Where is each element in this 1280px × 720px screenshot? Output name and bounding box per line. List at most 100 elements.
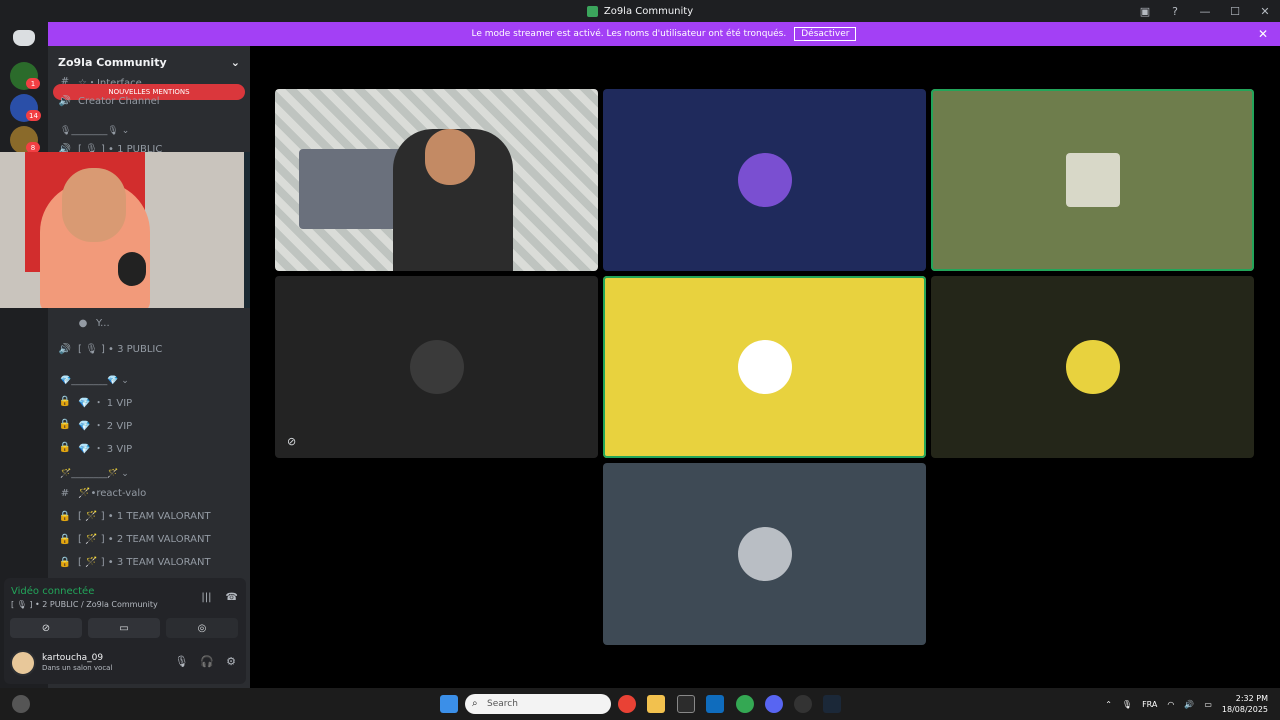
noise-suppression-icon[interactable]: ||| [201,592,211,603]
hash-icon: # [60,488,70,499]
chevron-down-icon: ⌄ [230,55,240,69]
close-banner-icon[interactable]: ✕ [1258,27,1268,41]
category-valorant[interactable]: 🪄________🪄 ⌄ [60,469,129,479]
video-tile-3[interactable] [931,89,1254,271]
camera-toggle-button[interactable]: ⊘ [10,618,82,638]
streamer-mode-banner: Le mode streamer est activé. Les noms d'… [48,22,1280,46]
user-status: Dans un salon vocal [42,664,113,672]
user-controls: 🎙 🎧 ⚙ [174,655,236,668]
channel-2-vip[interactable]: 🔒 💎 ・ 2 VIP [58,417,132,432]
maximize-button[interactable]: ☐ [1220,0,1250,22]
category-public[interactable]: 🎙________🎙 ⌄ [60,126,129,136]
channel-3-vip[interactable]: 🔒 💎 ・ 3 VIP [58,440,132,455]
channel-3-public[interactable]: 🔊[ 🎙 ] • 3 PUBLIC [58,344,163,355]
title-bar: Zo9la Community ▣ ? — ☐ ✕ [0,0,1280,22]
folder-icon[interactable] [647,695,665,713]
volume-icon[interactable]: 🔊 [1184,700,1194,709]
close-button[interactable]: ✕ [1250,0,1280,22]
voice-controls: ||| ☎ [201,592,238,603]
window-title-group: Zo9la Community [586,5,694,17]
channel-team-valorant-3[interactable]: 🔒[ 🪄 ] • 3 TEAM VALORANT [58,557,211,568]
video-tile-2[interactable] [603,89,926,271]
voice-member[interactable]: ● Y... [78,318,110,329]
channel-react-valo[interactable]: # 🪄•react-valo [60,488,146,499]
disable-streamer-button[interactable]: Désactiver [794,27,857,41]
channel-team-valorant-2[interactable]: 🔒[ 🪄 ] • 2 TEAM VALORANT [59,534,211,545]
avatar [737,527,792,581]
voice-user-panel: Vidéo connectée [ 🎙 ] • 2 PUBLIC / Zo9la… [4,578,246,684]
wifi-icon[interactable]: ◠ [1167,700,1174,709]
guild-name: Zo9la Community [58,55,167,69]
participant-face [425,129,475,185]
taskbar-search[interactable]: ⌕ Search [465,694,611,714]
speaker-icon: 🔊 [58,96,72,107]
chrome-profile-icon[interactable] [736,695,754,713]
avatar [1065,340,1120,394]
video-tile-7[interactable] [603,463,926,645]
channel-creator[interactable]: 🔊 Creator Channel [58,96,160,107]
help-icon[interactable]: ? [1160,0,1190,22]
language-indicator[interactable]: FRA [1142,700,1157,709]
window-controls: ▣ ? — ☐ ✕ [1130,0,1280,22]
inbox-icon[interactable]: ▣ [1130,0,1160,22]
minimize-button[interactable]: — [1190,0,1220,22]
discord-icon[interactable] [765,695,783,713]
avatar [409,340,464,394]
activities-button[interactable]: ◎ [166,618,238,638]
headphones-icon[interactable]: 🎧 [200,655,214,668]
video-tile-6[interactable] [931,276,1254,458]
widgets-icon[interactable] [12,695,30,713]
outlook-icon[interactable] [706,695,724,713]
chrome-icon[interactable] [618,695,636,713]
video-tile-4[interactable]: ⊘ [275,276,598,458]
taskbar: ⌕ Search ⌃ 🎙 FRA ◠ 🔊 ▭ 2:32 PM 18/08/202… [0,688,1280,720]
avatar [737,153,792,207]
screen-share-icon: ▭ [119,622,129,634]
username[interactable]: kartoucha_09 [42,653,103,663]
voice-channel-link[interactable]: [ 🎙 ] • 2 PUBLIC / Zo9la Community [11,600,158,609]
microphone-icon[interactable]: 🎙 [1122,700,1132,709]
camera-off-icon: ⊘ [287,435,297,448]
app-icon[interactable] [794,695,812,713]
store-icon[interactable] [677,695,695,713]
avatar [737,340,792,394]
gear-icon[interactable]: ⚙ [226,655,236,668]
channel-1-vip[interactable]: 🔒 💎 ・ 1 VIP [58,394,132,409]
channel-team-valorant-1[interactable]: 🔒[ 🪄 ] • 1 TEAM VALORANT [58,511,211,522]
category-vip[interactable]: 💎________💎 ⌄ [60,376,129,386]
discord-home-icon[interactable] [13,30,35,46]
gamepad-icon: ◎ [197,622,207,634]
battery-icon[interactable]: ▭ [1204,700,1212,709]
streamer-webcam-overlay [0,152,276,308]
lock-icon: 🔒 [58,557,72,568]
lock-icon: 🔒 [58,442,72,453]
video-tile-stream[interactable] [275,89,598,271]
clock-date: 18/08/2025 [1221,705,1268,714]
lock-icon: 🔒 [58,419,72,430]
search-icon: ⌕ [472,698,478,709]
system-tray: ⌃ 🎙 FRA ◠ 🔊 ▭ 2:32 PM 18/08/2025 [1105,688,1268,720]
window-title: Zo9la Community [603,5,694,17]
steam-icon[interactable] [823,695,841,713]
lock-icon: 🔒 [58,511,72,522]
avatar: ● [78,318,88,329]
chevron-up-icon[interactable]: ⌃ [1105,700,1112,709]
screen-share-button[interactable]: ▭ [88,618,160,638]
voice-status: Vidéo connectée [11,586,95,597]
microphone-prop [118,252,146,286]
microphone-icon[interactable]: 🎙 [174,655,188,668]
clock[interactable]: 2:32 PM 18/08/2025 [1222,693,1268,715]
user-area: kartoucha_09 Dans un salon vocal 🎙 🎧 ⚙ [10,648,240,678]
server-badge-2: 14 [26,110,41,121]
camera-off-icon: ⊘ [41,622,51,634]
start-icon[interactable] [440,695,458,713]
speaker-icon: 🔊 [58,344,72,355]
video-grid: ⊘ [250,46,1280,688]
banner-text: Le mode streamer est activé. Les noms d'… [471,29,787,39]
streamer-head [62,168,126,242]
avatar[interactable] [10,650,36,676]
lock-icon: 🔒 [58,396,72,407]
clock-time: 2:32 PM [1235,694,1268,703]
disconnect-icon[interactable]: ☎ [226,592,238,603]
video-tile-5[interactable] [603,276,926,458]
